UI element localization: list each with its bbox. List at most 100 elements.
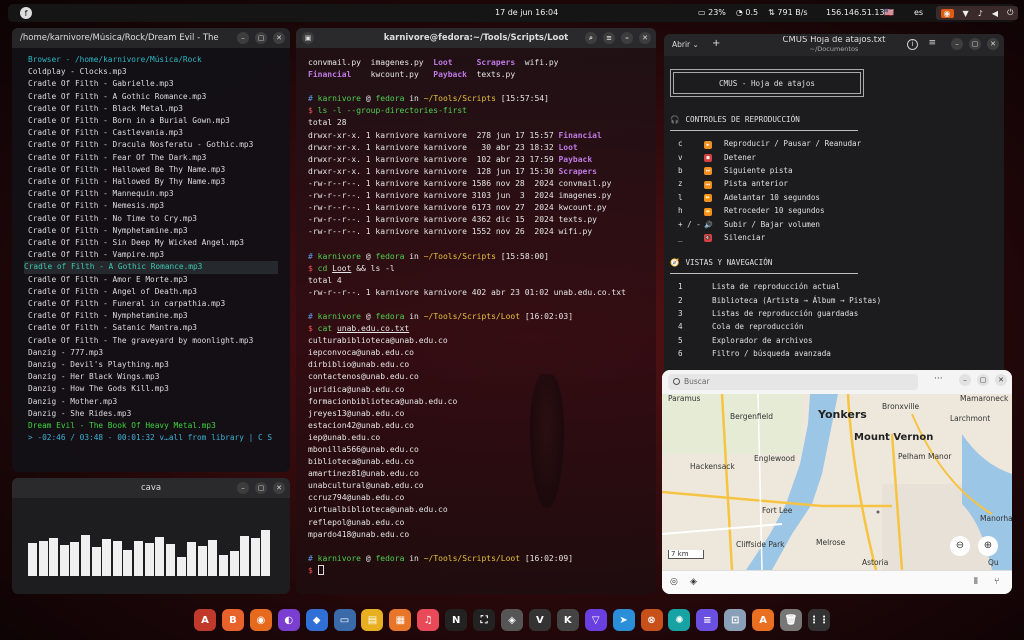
track-item[interactable]: Cradle Of Filth - Sin Deep My Wicked Ang…	[28, 237, 290, 249]
power-icon[interactable]: ⏻	[1007, 8, 1013, 18]
track-item[interactable]: Cradle Of Filth - Funeral in carpathia.m…	[28, 298, 290, 310]
volume-icon[interactable]: ◀	[992, 9, 998, 18]
search-button[interactable]: ⌕	[585, 32, 597, 44]
maximize-button[interactable]: ▢	[255, 32, 267, 44]
wifi-icon[interactable]: ▼	[963, 9, 969, 18]
track-item[interactable]: Cradle Of Filth - Nemesis.mp3	[28, 200, 290, 212]
maps-window[interactable]: Buscar ··· – ▢ ✕ Paramus Bergenfield Yon…	[662, 370, 1012, 594]
track-item[interactable]: Danzig - How The Gods Kill.mp3	[28, 383, 290, 395]
dock-app-icon[interactable]: ◈	[500, 609, 523, 631]
terminal-output[interactable]: convmail.py imagenes.py Loot Scrapers wi…	[296, 48, 656, 577]
dock-app-icon[interactable]: ▽	[584, 609, 607, 631]
maximize-button[interactable]: ▢	[977, 374, 989, 386]
info-icon[interactable]: i	[907, 39, 918, 50]
menu-button[interactable]: ≡	[603, 32, 615, 44]
dock-app-icon[interactable]: A	[194, 609, 216, 631]
dock-app-icon[interactable]: ⊡	[724, 609, 747, 631]
cmus-window[interactable]: /home/karnivore/Música/Rock/Dream Evil -…	[12, 28, 290, 472]
dock-app-icon[interactable]: B	[221, 609, 244, 631]
library-icon[interactable]: ⫴	[974, 577, 978, 587]
keyboard-layout[interactable]: es	[914, 8, 923, 17]
dock-app-icon[interactable]: ▤	[361, 609, 384, 631]
dock-app-icon[interactable]: ➤	[612, 609, 635, 631]
open-button[interactable]: Abrir ⌄	[672, 40, 699, 49]
more-options-icon[interactable]: ···	[934, 374, 943, 384]
dock-app-icon[interactable]: N	[445, 609, 468, 631]
editor-titlebar[interactable]: Abrir ⌄ + CMUS Hoja de atajos.txt ~/Docum…	[664, 34, 1004, 56]
cava-titlebar[interactable]: cava – ▢ ✕	[12, 478, 290, 498]
zoom-in-button[interactable]: ⊕	[978, 536, 998, 556]
dock-app-icon[interactable]: ⊗	[640, 609, 663, 631]
track-item[interactable]: Cradle Of Filth - Satanic Mantra.mp3	[28, 322, 290, 334]
track-item[interactable]: Cradle Of Filth - Fear Of The Dark.mp3	[28, 152, 290, 164]
track-item[interactable]: Cradle Of Filth - Nymphetamine.mp3	[28, 310, 290, 322]
dock-app-icon[interactable]: ⛶	[473, 609, 496, 631]
dock-app-icon[interactable]: ▭	[333, 609, 356, 631]
track-item[interactable]: Cradle Of Filth - Hallowed By Thy Name.m…	[28, 176, 290, 188]
new-tab-button[interactable]: ▣	[302, 32, 314, 44]
mic-icon[interactable]: ♪	[978, 9, 983, 18]
terminal-window[interactable]: ▣ karnivore@fedora:~/Tools/Scripts/Loot …	[296, 28, 656, 594]
track-item[interactable]: Cradle Of Filth - Castlevania.mp3	[28, 127, 290, 139]
minimize-button[interactable]: –	[237, 482, 249, 494]
new-document-button[interactable]: +	[712, 38, 720, 49]
system-stats[interactable]: ▭ 23% ◔ 0.5 ⇅ 791 B/s	[698, 8, 808, 17]
minimize-button[interactable]: –	[959, 374, 971, 386]
track-item[interactable]: Cradle Of Filth - Mannequin.mp3	[28, 188, 290, 200]
cmus-titlebar[interactable]: /home/karnivore/Música/Rock/Dream Evil -…	[12, 28, 290, 48]
track-item[interactable]: Cradle Of Filth - Born in a Burial Gown.…	[28, 115, 290, 127]
track-item[interactable]: Cradle Of Filth - The graveyard by moonl…	[28, 335, 290, 347]
minimize-button[interactable]: –	[237, 32, 249, 44]
close-button[interactable]: ✕	[273, 32, 285, 44]
clock[interactable]: 17 de jun 16:04	[495, 8, 558, 17]
track-item[interactable]: Cradle Of Filth - No Time to Cry.mp3	[28, 213, 290, 225]
layers-icon[interactable]: ◈	[690, 577, 697, 587]
track-item[interactable]: Danzig - 777.mp3	[28, 347, 290, 359]
track-item[interactable]: Coldplay - Clocks.mp3	[28, 66, 290, 78]
track-item[interactable]: Cradle Of Filth - Black Metal.mp3	[28, 103, 290, 115]
dock-app-icon[interactable]: ♫	[417, 609, 440, 631]
maximize-button[interactable]: ▢	[969, 38, 981, 50]
track-list[interactable]: Browser - /home/karnivore/Música/Rock Co…	[12, 48, 290, 445]
fedora-logo-icon[interactable]: f	[20, 7, 32, 19]
location-icon[interactable]: ◎	[670, 577, 678, 587]
document-body[interactable]: CMUS - Hoja de atajos 🎧 CONTROLES DE REPR…	[664, 56, 1004, 360]
track-item[interactable]: Cradle Of Filth - Amor E Morte.mp3	[28, 274, 290, 286]
dock-app-icon[interactable]: 🗑	[780, 609, 803, 631]
track-item[interactable]: Cradle Of Filth - Vampire.mp3	[28, 249, 290, 261]
dock-app-icon[interactable]: ◐	[277, 609, 300, 631]
dock-app-icon[interactable]: ⋮⋮	[807, 609, 830, 631]
track-item[interactable]: Cradle Of Filth - A Gothic Romance.mp3	[28, 91, 290, 103]
minimize-button[interactable]: –	[621, 32, 633, 44]
dock-app-icon[interactable]: ≡	[696, 609, 719, 631]
close-button[interactable]: ✕	[987, 38, 999, 50]
track-item[interactable]: Cradle Of Filth - Dracula Nosferatu - Go…	[28, 139, 290, 151]
maximize-button[interactable]: ▢	[255, 482, 267, 494]
directions-icon[interactable]: ⑂	[994, 577, 999, 587]
track-item[interactable]: Danzig - Mother.mp3	[28, 396, 290, 408]
track-item[interactable]: Danzig - Devil's Plaything.mp3	[28, 359, 290, 371]
dock-app-icon[interactable]: A	[752, 609, 775, 631]
map-view[interactable]: Paramus Bergenfield Yonkers Bronxville M…	[662, 394, 1012, 570]
system-tray[interactable]: ◉ ▼ ♪ ◀ ⏻	[936, 6, 1018, 20]
dock-app-icon[interactable]: K	[556, 609, 579, 631]
maps-titlebar[interactable]: Buscar ··· – ▢ ✕	[662, 370, 1012, 394]
dock-app-icon[interactable]: ◉	[249, 609, 272, 631]
track-item[interactable]: Cradle Of Filth - Gabrielle.mp3	[28, 78, 290, 90]
track-item-selected[interactable]: Cradle of Filth - A Gothic Romance.mp3	[24, 261, 278, 274]
menu-icon[interactable]: ≡	[928, 38, 936, 48]
track-item[interactable]: Danzig - Her Black Wings.mp3	[28, 371, 290, 383]
dock-app-icon[interactable]: ✺	[668, 609, 691, 631]
map-search-input[interactable]: Buscar	[668, 374, 918, 390]
minimize-button[interactable]: –	[951, 38, 963, 50]
track-item[interactable]: Cradle Of Filth - Angel of Death.mp3	[28, 286, 290, 298]
track-item[interactable]: Cradle Of Filth - Hallowed Be Thy Name.m…	[28, 164, 290, 176]
track-item[interactable]: Cradle Of Filth - Nymphetamine.mp3	[28, 225, 290, 237]
close-button[interactable]: ✕	[995, 374, 1007, 386]
dock-app-icon[interactable]: ◆	[305, 609, 328, 631]
terminal-titlebar[interactable]: ▣ karnivore@fedora:~/Tools/Scripts/Loot …	[296, 28, 656, 48]
zoom-out-button[interactable]: ⊖	[950, 536, 970, 556]
close-button[interactable]: ✕	[639, 32, 651, 44]
close-button[interactable]: ✕	[273, 482, 285, 494]
track-item[interactable]: Danzig - She Rides.mp3	[28, 408, 290, 420]
